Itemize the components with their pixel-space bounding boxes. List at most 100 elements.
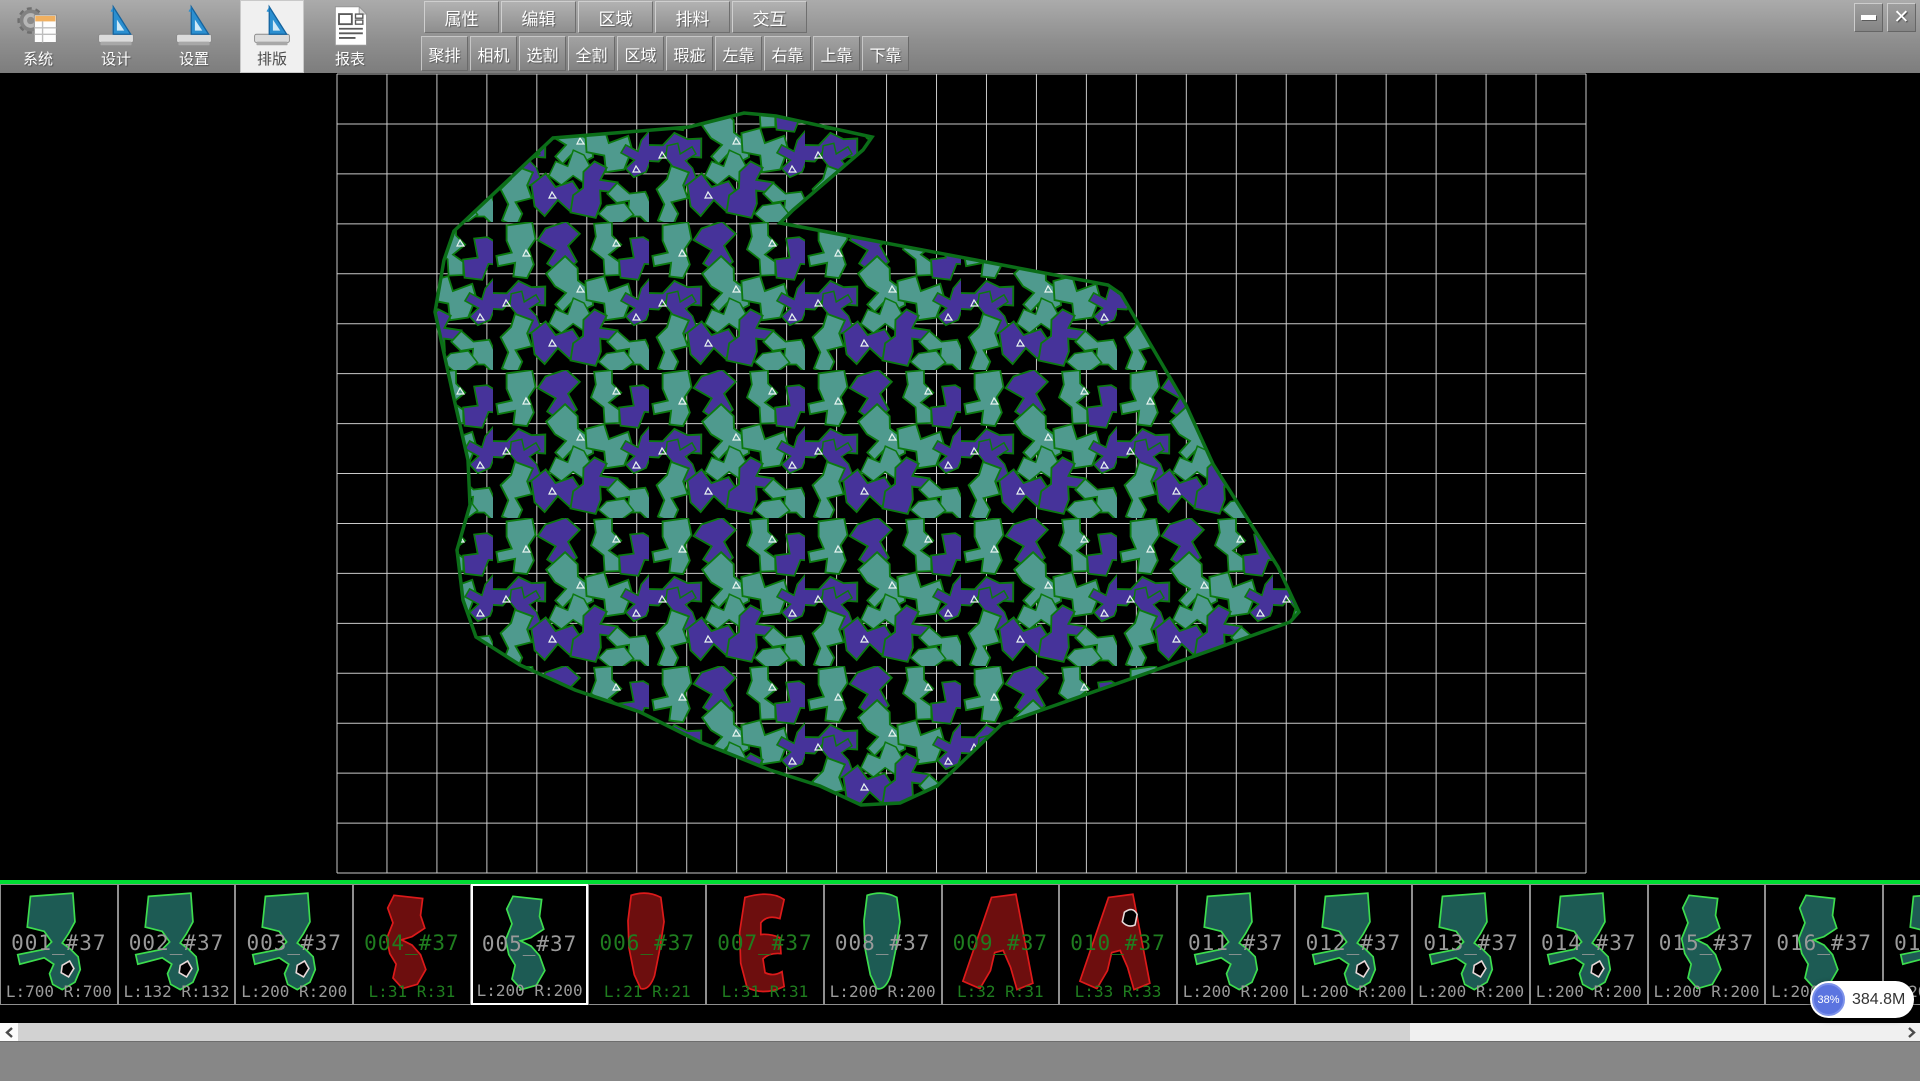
chevron-left-icon <box>5 1027 14 1038</box>
tool-button-select-cut[interactable]: 选割 <box>519 36 566 71</box>
part-lr-count: L:32 R:31 <box>943 982 1059 1001</box>
part-id-label: 009_#37 <box>943 931 1059 955</box>
part-thumbnail[interactable]: 007_#37 L:31 R:31 <box>706 884 824 1005</box>
set-square-icon <box>172 2 216 50</box>
part-thumbnail[interactable]: 005_#37 L:200 R:200 <box>471 884 589 1005</box>
part-lr-count: L:200 R:200 <box>236 982 352 1001</box>
part-lr-count: L:200 R:200 <box>1531 982 1647 1001</box>
part-id-label: 005_#37 <box>473 932 587 956</box>
tool-button-camera[interactable]: 相机 <box>470 36 517 71</box>
minimize-button[interactable] <box>1854 3 1883 32</box>
leather-hide[interactable] <box>420 103 1310 813</box>
part-thumbnail[interactable]: 002_#37 L:132 R:132 <box>118 884 236 1005</box>
part-lr-count: L:33 R:33 <box>1060 982 1176 1001</box>
app-tab-label: 设计 <box>101 50 131 70</box>
part-thumbnail[interactable]: 008_#37 L:200 R:200 <box>824 884 942 1005</box>
part-id-label: 004_#37 <box>354 931 470 955</box>
part-id-label: 001_#37 <box>1 931 117 955</box>
close-button[interactable]: ✕ <box>1887 3 1916 32</box>
status-bar <box>0 1041 1920 1081</box>
part-lr-count: L:200 R:200 <box>473 981 587 1000</box>
horizontal-scrollbar[interactable] <box>0 1023 1920 1041</box>
app-tab-label: 排版 <box>257 50 287 70</box>
tool-button-cluster-nest[interactable]: 聚排 <box>421 36 468 71</box>
app-tab-label: 系统 <box>23 50 53 70</box>
app-tab-report[interactable]: 报表 <box>318 0 382 73</box>
parts-filmstrip: 001_#37L:700 R:700002_#37L:132 R:132003_… <box>0 884 1920 1005</box>
part-thumbnail[interactable]: 014_#37 L:200 R:200 <box>1530 884 1648 1005</box>
menu-tab-region[interactable]: 区域 <box>578 1 653 33</box>
part-thumbnail[interactable]: 004_#37 L:31 R:31 <box>353 884 471 1005</box>
part-id-label: 007_#37 <box>707 931 823 955</box>
part-thumbnail[interactable]: 003_#37 L:200 R:200 <box>235 884 353 1005</box>
part-thumbnail[interactable]: 013_#37 L:200 R:200 <box>1412 884 1530 1005</box>
part-id-label: 013_#37 <box>1413 931 1529 955</box>
part-id-label: 017_#37 <box>1884 931 1920 955</box>
part-thumbnail[interactable]: 010_#37 L:33 R:33 <box>1059 884 1177 1005</box>
tool-button-cut-all[interactable]: 全割 <box>568 36 615 71</box>
memory-badge[interactable]: 38% 384.8M <box>1810 981 1914 1018</box>
titlebar-toolbar: 系统设计设置排版报表 属性编辑区域排料交互 聚排相机选割全割区域瑕疵左靠右靠上靠… <box>0 0 1920 74</box>
part-thumbnail[interactable]: 015_#37 L:200 R:200 <box>1648 884 1766 1005</box>
close-icon: ✕ <box>1894 6 1910 29</box>
nesting-canvas[interactable] <box>0 73 1920 880</box>
progress-circle: 38% <box>1812 983 1845 1016</box>
menu-tab-edit[interactable]: 编辑 <box>501 1 576 33</box>
scroll-right-button[interactable] <box>1902 1023 1920 1041</box>
part-id-label: 003_#37 <box>236 931 352 955</box>
tool-button-snap-left[interactable]: 左靠 <box>715 36 762 71</box>
minimize-icon <box>1861 15 1876 20</box>
app-tab-layout[interactable]: 排版 <box>240 0 304 73</box>
part-lr-count: L:200 R:200 <box>825 982 941 1001</box>
app-tab-settings[interactable]: 设置 <box>162 0 226 73</box>
memory-value: 384.8M <box>1852 991 1905 1009</box>
canvas-drawing <box>0 73 1920 880</box>
part-id-label: 006_#37 <box>589 931 705 955</box>
report-document-icon <box>328 2 372 50</box>
chevron-right-icon <box>1907 1027 1916 1038</box>
part-id-label: 015_#37 <box>1649 931 1765 955</box>
app-module-tabs: 系统 设计 设置 排版 报表 <box>6 0 382 73</box>
app-tab-system[interactable]: 系统 <box>6 0 70 73</box>
scroll-left-button[interactable] <box>0 1023 18 1041</box>
system-gear-table-icon <box>16 2 60 50</box>
menu-tab-nesting[interactable]: 排料 <box>655 1 730 33</box>
progress-value: 38% <box>1817 994 1839 1006</box>
tool-button-row: 聚排相机选割全割区域瑕疵左靠右靠上靠下靠 <box>421 36 909 71</box>
part-lr-count: L:200 R:200 <box>1296 982 1412 1001</box>
part-lr-count: L:200 R:200 <box>1178 982 1294 1001</box>
part-id-label: 008_#37 <box>825 931 941 955</box>
part-thumbnail[interactable]: 001_#37 L:700 R:700 <box>0 884 118 1005</box>
window-controls: ✕ <box>1854 3 1916 32</box>
part-id-label: 010_#37 <box>1060 931 1176 955</box>
part-lr-count: L:21 R:21 <box>589 982 705 1001</box>
set-square-icon <box>250 2 294 50</box>
menu-tab-interact[interactable]: 交互 <box>732 1 807 33</box>
part-id-label: 002_#37 <box>119 931 235 955</box>
part-lr-count: L:31 R:31 <box>354 982 470 1001</box>
part-thumbnail[interactable]: 011_#37 L:200 R:200 <box>1177 884 1295 1005</box>
tool-button-defect[interactable]: 瑕疵 <box>666 36 713 71</box>
part-id-label: 012_#37 <box>1296 931 1412 955</box>
scrollbar-thumb[interactable] <box>18 1023 1410 1041</box>
part-lr-count: L:200 R:200 <box>1413 982 1529 1001</box>
part-thumbnail[interactable]: 012_#37 L:200 R:200 <box>1295 884 1413 1005</box>
tool-button-region[interactable]: 区域 <box>617 36 664 71</box>
app-tab-label: 报表 <box>335 50 365 70</box>
part-lr-count: L:700 R:700 <box>1 982 117 1001</box>
menu-tab-properties[interactable]: 属性 <box>424 1 499 33</box>
part-id-label: 011_#37 <box>1178 931 1294 955</box>
part-thumbnail[interactable]: 006_#37 L:21 R:21 <box>588 884 706 1005</box>
part-lr-count: L:132 R:132 <box>119 982 235 1001</box>
app-tab-label: 设置 <box>179 50 209 70</box>
tool-button-snap-top[interactable]: 上靠 <box>813 36 860 71</box>
part-id-label: 016_#37 <box>1766 931 1882 955</box>
app-tab-design[interactable]: 设计 <box>84 0 148 73</box>
tool-button-snap-bottom[interactable]: 下靠 <box>862 36 909 71</box>
part-lr-count: L:200 R:200 <box>1649 982 1765 1001</box>
part-thumbnail[interactable]: 009_#37 L:32 R:31 <box>942 884 1060 1005</box>
part-lr-count: L:31 R:31 <box>707 982 823 1001</box>
set-square-icon <box>94 2 138 50</box>
part-id-label: 014_#37 <box>1531 931 1647 955</box>
tool-button-snap-right[interactable]: 右靠 <box>764 36 811 71</box>
